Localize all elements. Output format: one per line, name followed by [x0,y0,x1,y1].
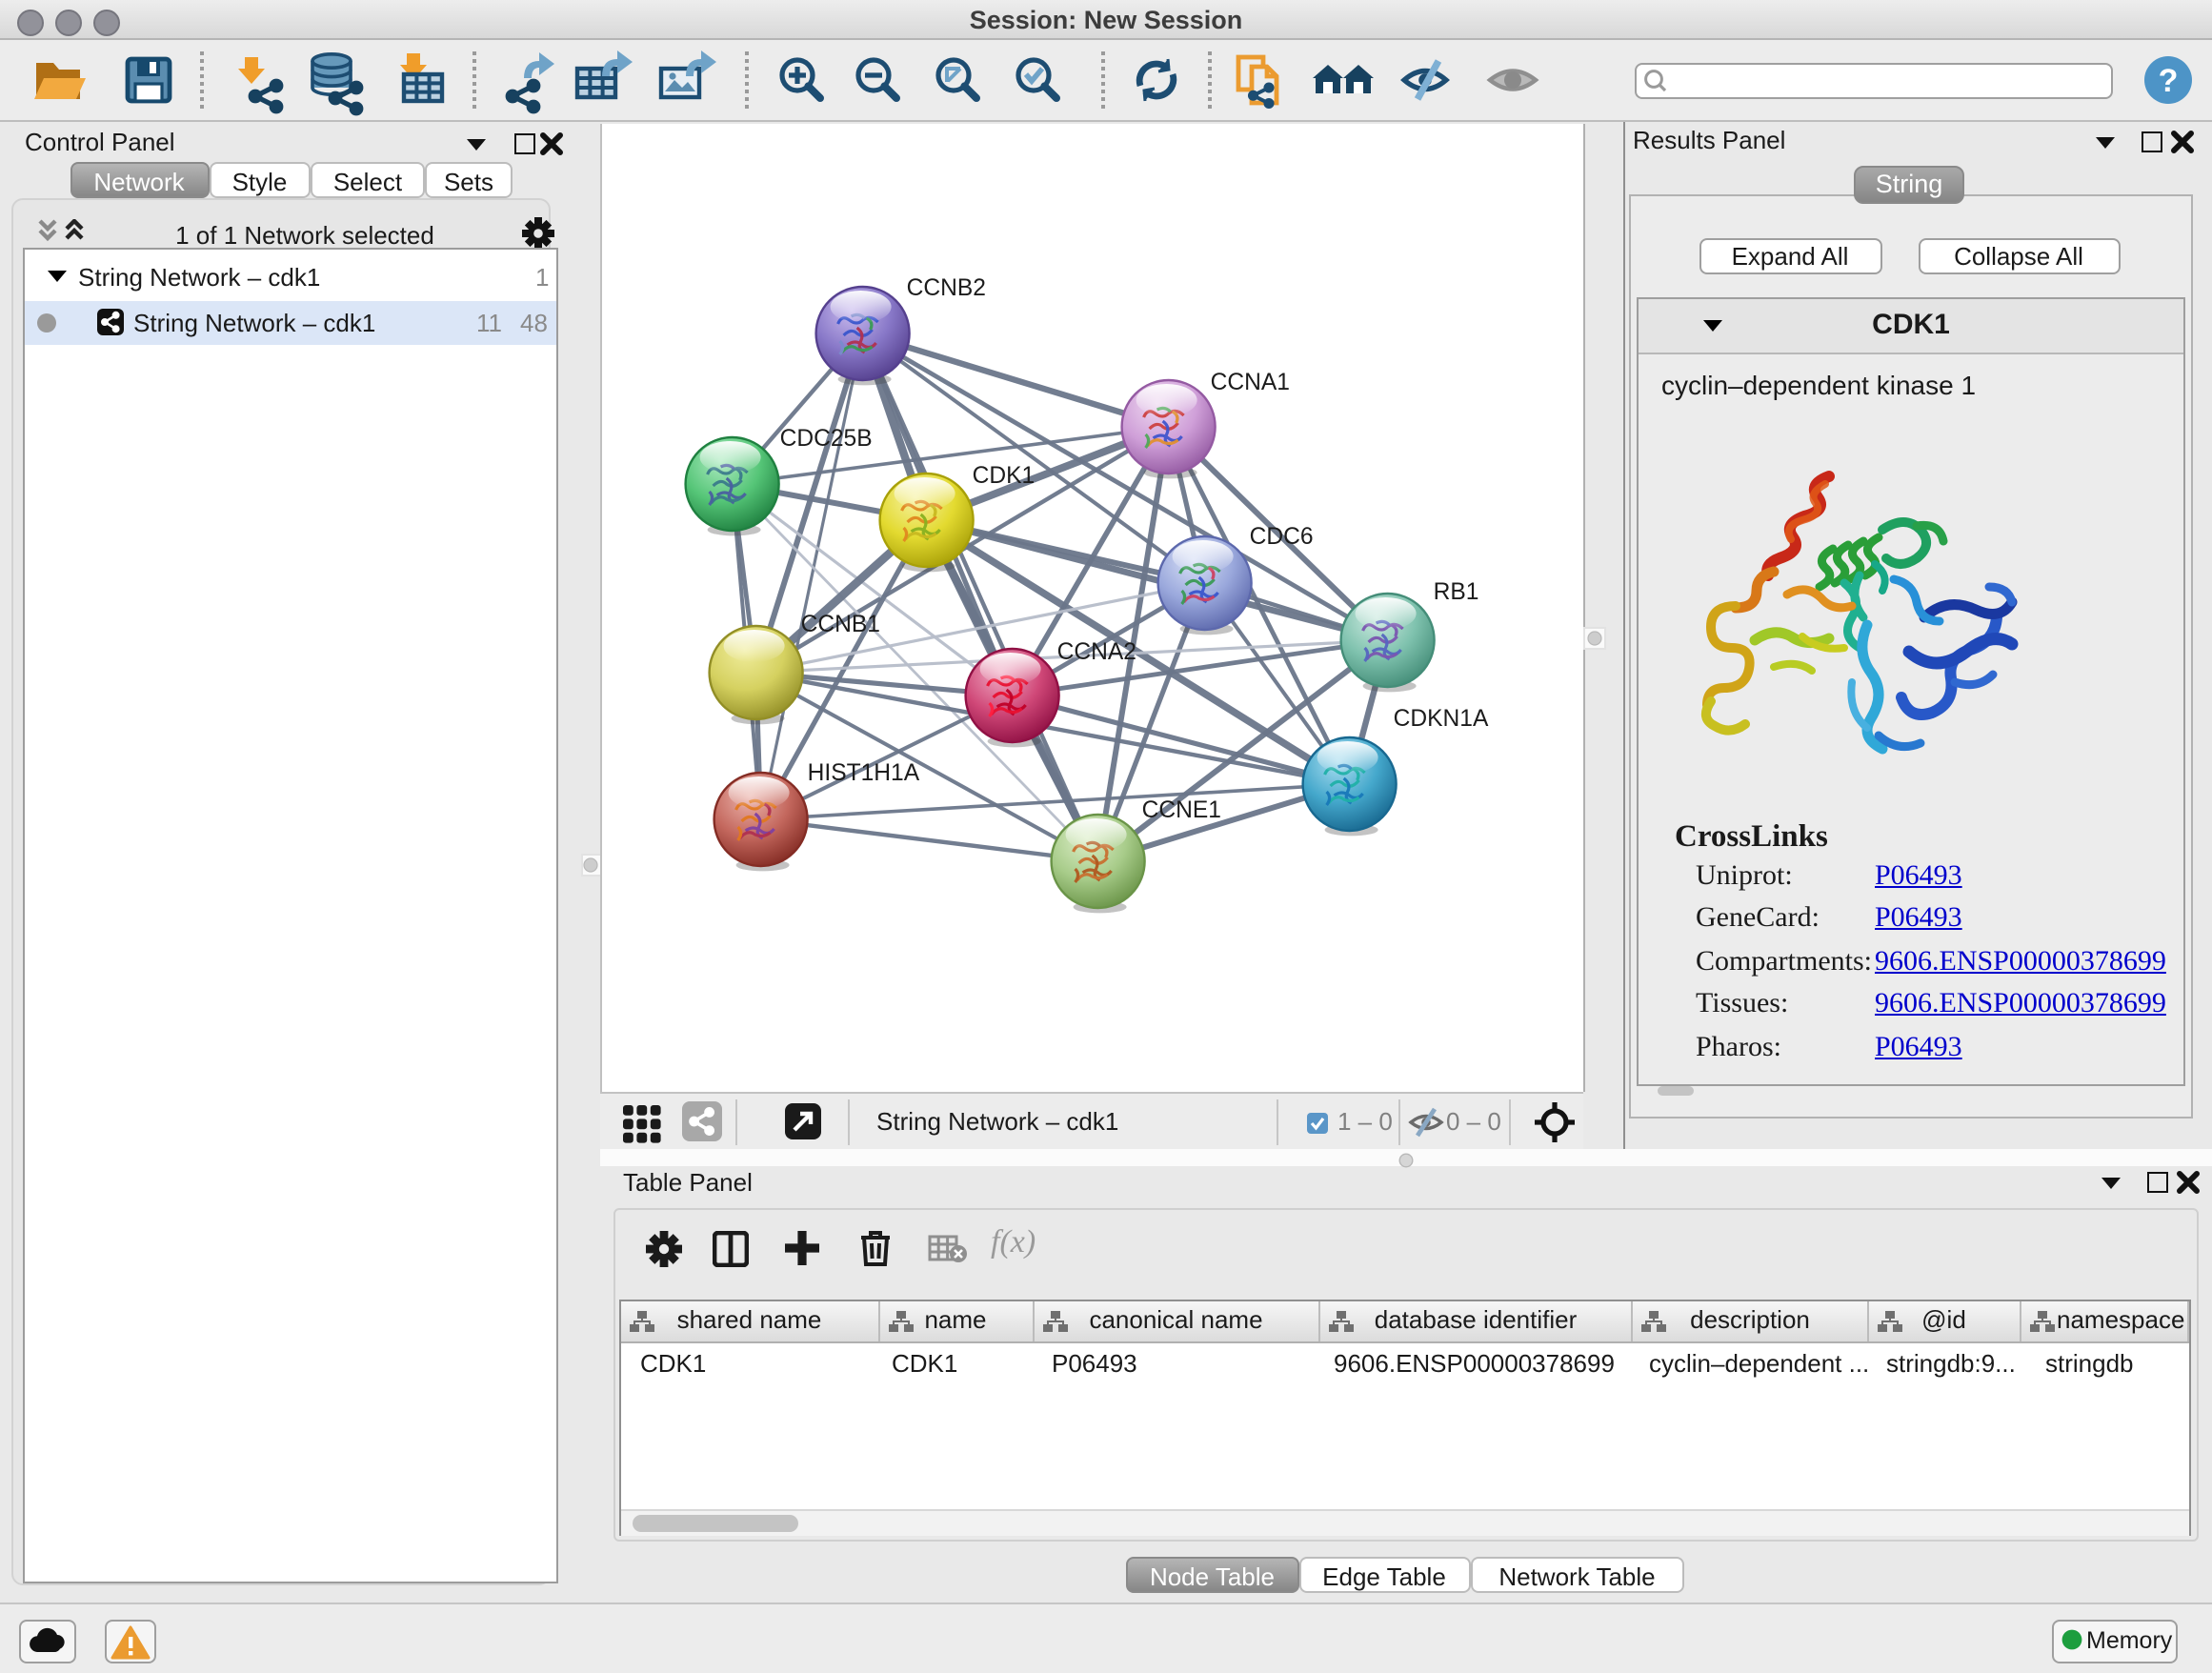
svg-text:RB1: RB1 [1434,579,1479,605]
svg-text:CCNA2: CCNA2 [1057,639,1136,665]
svg-text:CDK1: CDK1 [973,463,1036,489]
svg-text:CDKN1A: CDKN1A [1394,706,1489,732]
svg-text:CCNB2: CCNB2 [907,275,986,301]
svg-text:CCNE1: CCNE1 [1142,797,1221,823]
svg-text:HIST1H1A: HIST1H1A [808,760,920,786]
svg-text:CCNA1: CCNA1 [1211,370,1290,395]
svg-text:CDC6: CDC6 [1250,524,1314,550]
svg-text:CCNB1: CCNB1 [801,612,880,637]
svg-text:CDC25B: CDC25B [780,426,873,452]
svg-text:?: ? [2159,63,2179,99]
